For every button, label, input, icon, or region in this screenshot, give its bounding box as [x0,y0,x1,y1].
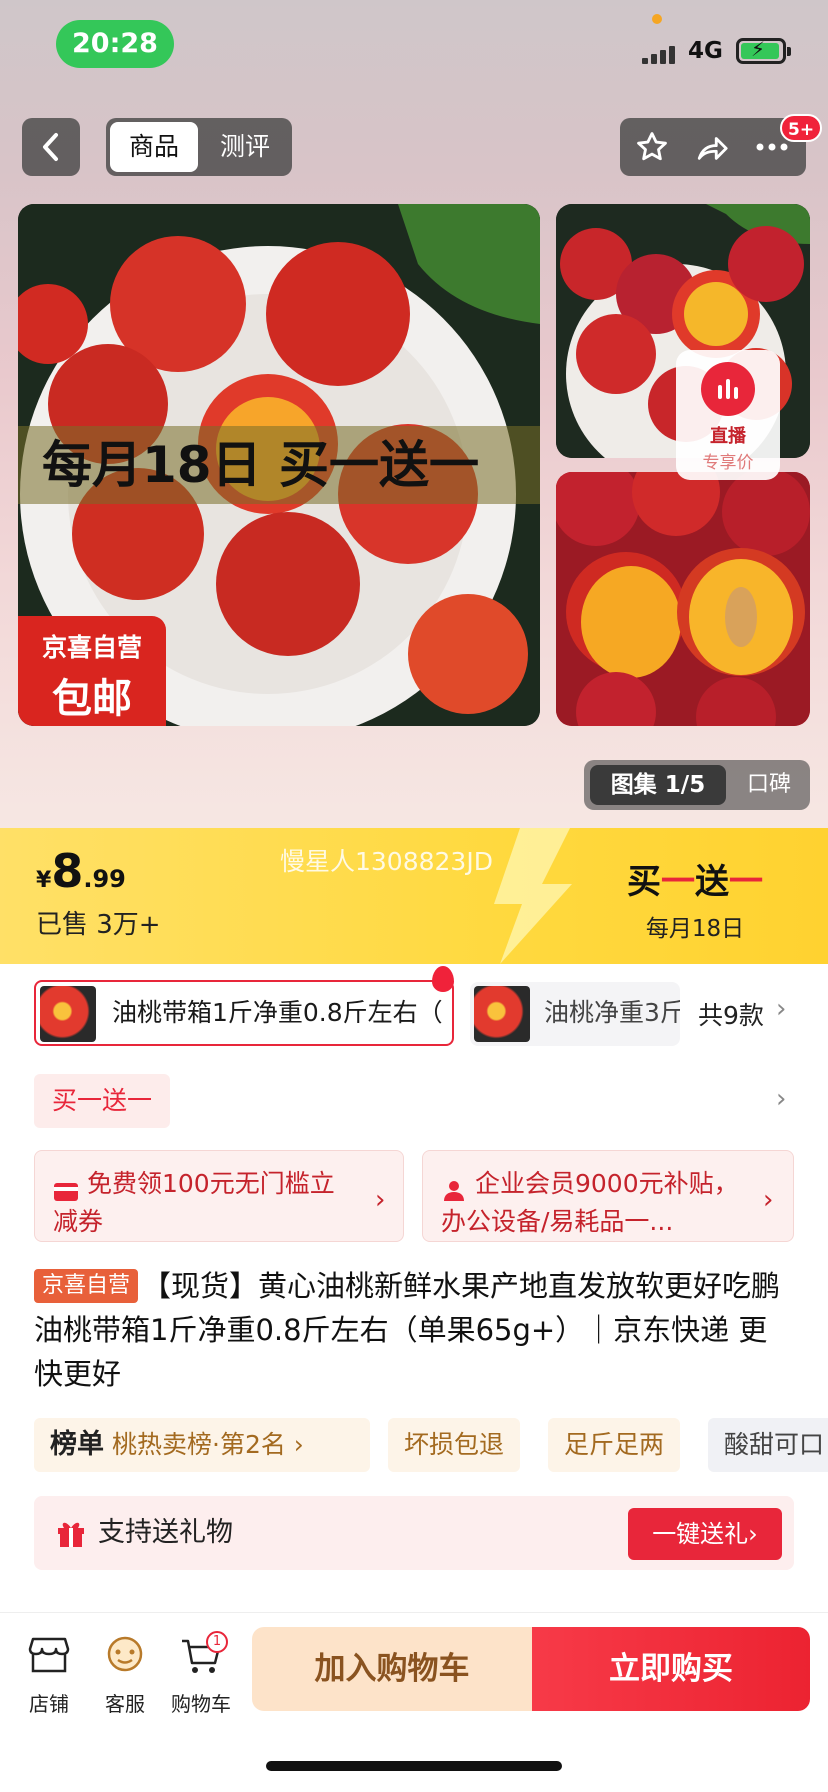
cart-button[interactable]: 1 购物车 [166,1631,236,1717]
back-button[interactable] [22,118,80,176]
live-icon [701,362,755,416]
coupon-free[interactable]: 免费领100元无门槛立减券 › [34,1150,404,1242]
gallery-counter-tab[interactable]: 图集 1/5 [590,765,726,805]
buy-now-button[interactable]: 立即购买 [532,1627,810,1711]
sold-count: 已售 3万+ [36,910,161,940]
star-icon[interactable] [632,127,672,167]
promo-date: 每月18日 [645,916,745,942]
variant-label: 油桃净重3斤 [544,998,680,1027]
promo-buy: 买 [627,862,661,902]
rank-label: 榜单 [50,1429,104,1460]
gift-bar[interactable]: 支持送礼物 一键送礼› [34,1496,794,1570]
promo-one-b: 一 [729,862,763,902]
feature-chip[interactable]: 坏损包退 [388,1418,521,1472]
watermark: 慢星人1308823JD [280,847,493,876]
tab-product[interactable]: 商品 [110,122,198,172]
promo-banner-text: 每月18日 买一送一 [18,426,540,504]
live-price-button[interactable]: 直播 专享价 [676,350,780,480]
promotion-tag[interactable]: 买一送一 [34,1074,170,1128]
add-to-cart-button[interactable]: 加入购物车 [252,1627,532,1711]
feature-chip[interactable]: 酸甜可口 [708,1418,828,1472]
status-time: 20:28 [56,20,174,68]
peach-photo-3 [556,472,810,726]
gift-label: 支持送礼物 [98,1517,233,1548]
mic-indicator-dot [652,14,662,24]
message-badge: 5+ [780,114,823,142]
share-icon[interactable] [692,127,732,167]
home-indicator [266,1761,562,1771]
hot-icon [432,966,454,992]
rank-text: 桃热卖榜·第2名 › [112,1430,304,1459]
variant-thumbnail [40,986,96,1042]
price-band: ¥8.99 已售 3万+ 慢星人1308823JD 买一送一 每月18日 [0,828,828,964]
variant-total[interactable]: 共9款 [698,996,764,1032]
store-icon [28,1637,70,1673]
gift-icon [58,1522,84,1547]
cart-count-badge: 1 [206,1631,228,1653]
cart-label: 购物车 [171,1692,231,1716]
product-title: 京喜自营 【现货】黄心油桃新鲜水果产地直发放软更好吃鹏 油桃带箱1斤净重0.8斤左… [34,1264,794,1396]
variant-option-selected[interactable]: 油桃带箱1斤净重0.8斤左右（ [34,980,454,1046]
live-label: 直播 [710,426,746,447]
service-label: 客服 [105,1692,145,1716]
price-decimal: .99 [83,865,126,893]
chevron-right-icon[interactable]: › [776,994,786,1024]
variant-thumbnail [474,986,530,1042]
product-title-text: 【现货】黄心油桃新鲜水果产地直发放软更好吃鹏 油桃带箱1斤净重0.8斤左右（单果… [34,1269,781,1391]
battery-icon: ⚡ [736,37,791,64]
jingxi-badge: 京喜自营 包邮 [18,616,166,726]
send-gift-button[interactable]: 一键送礼› [628,1508,782,1560]
feature-chip[interactable]: 足斤足两 [548,1418,681,1472]
header-actions [620,118,806,176]
price: ¥8.99 [36,844,126,898]
header-tabs: 商品 测评 [106,118,292,176]
service-icon [107,1636,143,1672]
ranking-chip[interactable]: 榜单 桃热卖榜·第2名 › [34,1418,370,1472]
promo-info: 买一送一 每月18日 [560,854,828,943]
chevron-right-icon: › [763,1185,774,1215]
tab-review[interactable]: 测评 [202,122,288,172]
reviews-tab[interactable]: 口碑 [734,765,804,805]
chevron-right-icon[interactable]: › [776,1084,786,1114]
promo-give: 送 [695,862,729,902]
promo-one-a: 一 [661,862,695,902]
price-currency: ¥ [36,868,52,893]
signal-icon [642,44,680,64]
main-product-image[interactable]: 每月18日 买一送一 京喜自营 包邮 [18,204,540,726]
coupon-text: 免费领100元无门槛立减券 [53,1169,335,1236]
jingxi-badge-line1: 京喜自营 [41,633,142,662]
variant-option[interactable]: 油桃净重3斤 [470,982,680,1046]
store-button[interactable]: 店铺 [14,1635,84,1717]
network-label: 4G [688,38,723,64]
bottom-bar: 店铺 客服 1 购物车 加入购物车 立即购买 [0,1612,828,1792]
chevron-left-icon [43,133,58,161]
card-icon [53,1175,79,1201]
chevron-right-icon: › [375,1185,386,1215]
coupon-text: 企业会员9000元补贴，办公设备/易耗品一... [441,1169,739,1236]
jingxi-badge-line2: 包邮 [52,676,132,722]
service-button[interactable]: 客服 [90,1635,160,1717]
coupon-enterprise[interactable]: 企业会员9000元补贴，办公设备/易耗品一... › [422,1150,794,1242]
store-tag: 京喜自营 [34,1269,139,1303]
side-image-2[interactable] [556,472,810,726]
store-label: 店铺 [29,1692,69,1716]
variant-label: 油桃带箱1斤净重0.8斤左右（ [112,998,443,1027]
gallery-tabs: 图集 1/5 口碑 [584,760,810,810]
price-integer: 8 [51,844,84,898]
live-price-label: 专享价 [702,453,754,473]
user-icon [441,1175,467,1201]
